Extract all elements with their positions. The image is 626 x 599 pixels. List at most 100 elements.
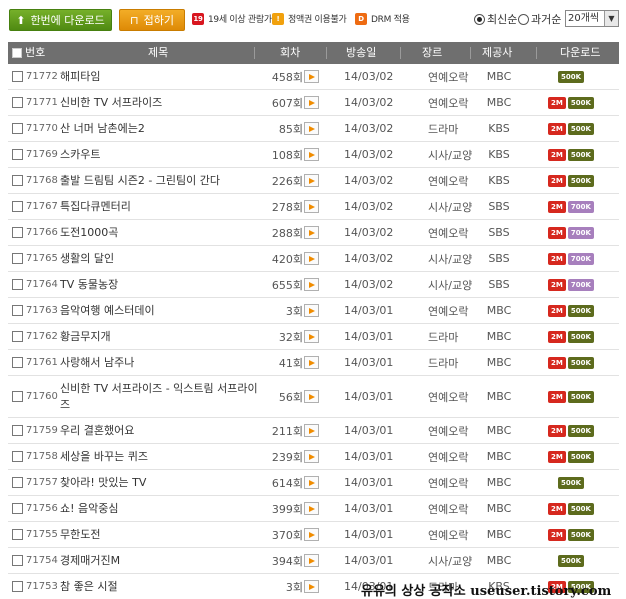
download-500k-button[interactable]: 500K — [567, 502, 594, 515]
row-title-link[interactable]: 우리 결혼했어요 — [60, 418, 260, 443]
sort-oldest-radio[interactable] — [518, 13, 529, 25]
row-checkbox[interactable] — [12, 376, 23, 417]
row-checkbox[interactable] — [12, 142, 23, 167]
episode-list-icon[interactable] — [304, 116, 319, 141]
sort-newest-option[interactable]: 최신순 — [474, 11, 517, 27]
row-checkbox[interactable] — [12, 64, 23, 89]
download-2m-button[interactable]: 2M — [548, 424, 566, 437]
row-checkbox[interactable] — [12, 246, 23, 271]
download-500k-button[interactable]: 500K — [557, 70, 585, 83]
download-500k-button[interactable]: 500K — [567, 122, 594, 135]
episode-list-icon[interactable] — [304, 324, 319, 349]
row-checkbox[interactable] — [12, 194, 23, 219]
row-checkbox[interactable] — [12, 470, 23, 495]
per-page-select[interactable]: 20개씩 ▼ — [565, 10, 619, 27]
row-title-link[interactable]: 신비한 TV 서프라이즈 - 익스트림 서프라이즈 — [60, 376, 260, 417]
row-checkbox[interactable] — [12, 350, 23, 375]
sort-oldest-option[interactable]: 과거순 — [518, 11, 561, 27]
row-checkbox[interactable] — [12, 444, 23, 469]
row-title-link[interactable]: 세상을 바꾸는 퀴즈 — [60, 444, 260, 469]
row-title-link[interactable]: TV 동물농장 — [60, 272, 260, 297]
download-all-button[interactable]: ⬆ 한번에 다운로드 — [9, 9, 112, 31]
row-checkbox[interactable] — [12, 418, 23, 443]
download-2m-button[interactable]: 2M — [548, 528, 566, 541]
episode-list-icon[interactable] — [304, 298, 319, 323]
row-title-link[interactable]: 특집다큐멘터리 — [60, 194, 260, 219]
row-title-link[interactable]: 출발 드림팀 시즌2 - 그린팀이 간다 — [60, 168, 260, 193]
download-2m-button[interactable]: 2M — [548, 278, 566, 291]
row-checkbox[interactable] — [12, 574, 23, 599]
episode-list-icon[interactable] — [304, 220, 319, 245]
episode-list-icon[interactable] — [304, 246, 319, 271]
fold-button[interactable]: ⊓ 접하기 — [119, 9, 185, 31]
row-checkbox[interactable] — [12, 220, 23, 245]
download-500k-button[interactable]: 500K — [567, 450, 594, 463]
row-checkbox[interactable] — [12, 168, 23, 193]
episode-list-icon[interactable] — [304, 90, 319, 115]
download-500k-button[interactable]: 500K — [557, 554, 585, 567]
row-checkbox[interactable] — [12, 324, 23, 349]
download-700k-button[interactable]: 700K — [567, 252, 594, 265]
episode-list-icon[interactable] — [304, 272, 319, 297]
download-500k-button[interactable]: 500K — [557, 476, 585, 489]
row-title-link[interactable]: 음악여행 예스터데이 — [60, 298, 260, 323]
episode-list-icon[interactable] — [304, 142, 319, 167]
download-2m-button[interactable]: 2M — [548, 122, 566, 135]
episode-list-icon[interactable] — [304, 418, 319, 443]
download-2m-button[interactable]: 2M — [548, 502, 566, 515]
sort-newest-radio[interactable] — [474, 13, 485, 25]
row-title-link[interactable]: 찾아라! 맛있는 TV — [60, 470, 260, 495]
download-500k-button[interactable]: 500K — [567, 148, 594, 161]
row-title-link[interactable]: 경제매거진M — [60, 548, 260, 573]
download-700k-button[interactable]: 700K — [567, 200, 594, 213]
row-title-link[interactable]: 산 너머 남촌에는2 — [60, 116, 260, 141]
row-title-link[interactable]: 무한도전 — [60, 522, 260, 547]
row-title-link[interactable]: 쇼! 음악중심 — [60, 496, 260, 521]
episode-list-icon[interactable] — [304, 574, 319, 599]
download-500k-button[interactable]: 500K — [567, 330, 594, 343]
row-title-link[interactable]: 황금무지개 — [60, 324, 260, 349]
download-500k-button[interactable]: 500K — [567, 96, 594, 109]
download-500k-button[interactable]: 500K — [567, 390, 594, 403]
row-title-link[interactable]: 사랑해서 남주나 — [60, 350, 260, 375]
select-all-checkbox[interactable] — [12, 48, 22, 58]
row-checkbox[interactable] — [12, 116, 23, 141]
download-2m-button[interactable]: 2M — [548, 226, 566, 239]
row-title-link[interactable]: 해피타임 — [60, 64, 260, 89]
download-500k-button[interactable]: 500K — [567, 528, 594, 541]
row-checkbox[interactable] — [12, 298, 23, 323]
episode-list-icon[interactable] — [304, 168, 319, 193]
episode-list-icon[interactable] — [304, 376, 319, 417]
episode-list-icon[interactable] — [304, 64, 319, 89]
download-500k-button[interactable]: 500K — [567, 304, 594, 317]
download-2m-button[interactable]: 2M — [548, 174, 566, 187]
download-2m-button[interactable]: 2M — [548, 252, 566, 265]
download-700k-button[interactable]: 700K — [567, 278, 594, 291]
download-500k-button[interactable]: 500K — [567, 356, 594, 369]
episode-list-icon[interactable] — [304, 522, 319, 547]
episode-list-icon[interactable] — [304, 470, 319, 495]
row-checkbox[interactable] — [12, 496, 23, 521]
row-checkbox[interactable] — [12, 548, 23, 573]
download-2m-button[interactable]: 2M — [548, 356, 566, 369]
row-checkbox[interactable] — [12, 90, 23, 115]
episode-list-icon[interactable] — [304, 194, 319, 219]
download-2m-button[interactable]: 2M — [548, 96, 566, 109]
row-checkbox[interactable] — [12, 522, 23, 547]
download-500k-button[interactable]: 500K — [567, 424, 594, 437]
download-2m-button[interactable]: 2M — [548, 148, 566, 161]
download-2m-button[interactable]: 2M — [548, 390, 566, 403]
row-title-link[interactable]: 생활의 달인 — [60, 246, 260, 271]
row-title-link[interactable]: 스카우트 — [60, 142, 260, 167]
row-title-link[interactable]: 참 좋은 시절 — [60, 574, 260, 599]
episode-list-icon[interactable] — [304, 548, 319, 573]
download-2m-button[interactable]: 2M — [548, 450, 566, 463]
row-title-link[interactable]: 신비한 TV 서프라이즈 — [60, 90, 260, 115]
download-2m-button[interactable]: 2M — [548, 200, 566, 213]
download-500k-button[interactable]: 500K — [567, 174, 594, 187]
episode-list-icon[interactable] — [304, 496, 319, 521]
row-title-link[interactable]: 도전1000곡 — [60, 220, 260, 245]
download-2m-button[interactable]: 2M — [548, 330, 566, 343]
episode-list-icon[interactable] — [304, 444, 319, 469]
episode-list-icon[interactable] — [304, 350, 319, 375]
